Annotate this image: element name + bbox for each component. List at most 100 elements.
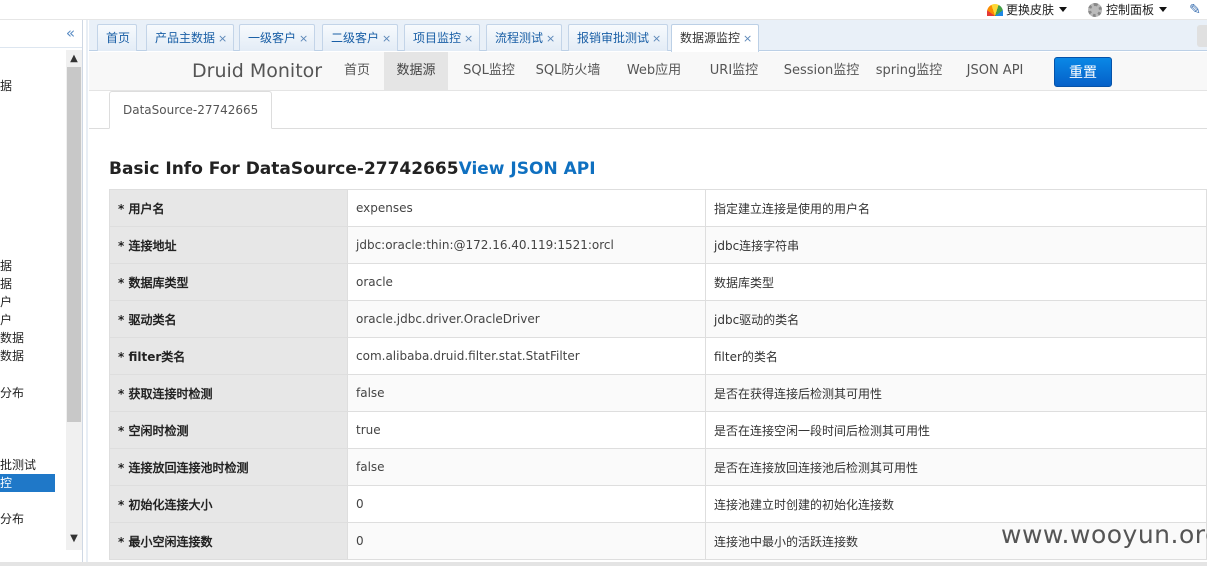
nav-link-0[interactable]: 首页: [333, 52, 381, 90]
table-row: * 空闲时检测 true 是否在连接空闲一段时间后检测其可用性: [109, 411, 1207, 449]
close-icon[interactable]: ×: [743, 32, 752, 45]
table-row: * 用户名 expenses 指定建立连接是使用的用户名: [109, 189, 1207, 227]
nav-link-5[interactable]: URI监控: [701, 52, 767, 90]
rainbow-icon: [987, 3, 1003, 16]
top-system-bar: 更换皮肤 控制面板 ✎: [0, 0, 1207, 20]
tab-6[interactable]: 报销审批测试 ×: [568, 24, 669, 51]
sidebar-item[interactable]: 据: [0, 275, 12, 293]
watermark: www.wooyun.org: [1001, 520, 1207, 549]
sidebar-item[interactable]: 控: [0, 474, 55, 492]
bottom-divider: [0, 562, 1207, 566]
row-desc: 是否在连接空闲一段时间后检测其可用性: [705, 411, 1207, 449]
nav-link-1[interactable]: 数据源: [384, 52, 448, 90]
control-panel-menu[interactable]: 控制面板: [1088, 1, 1168, 18]
basic-info-table: * 用户名 expenses 指定建立连接是使用的用户名 * 连接地址 jdbc:ora…: [109, 189, 1207, 560]
table-row: * 初始化连接大小 0 连接池建立时创建的初始化连接数: [109, 485, 1207, 523]
row-key: * 连接地址: [109, 226, 348, 264]
sidebar-item[interactable]: 批测试: [0, 456, 36, 474]
tab-1[interactable]: 产品主数据 ×: [146, 24, 235, 51]
row-value: com.alibaba.druid.filter.stat.StatFilter: [347, 337, 706, 375]
control-panel-label: 控制面板: [1106, 3, 1155, 17]
tab-scroll-right-button[interactable]: [1197, 25, 1207, 47]
nav-link-3[interactable]: SQL防火墙: [531, 52, 605, 90]
row-value: oracle.jdbc.driver.OracleDriver: [347, 300, 706, 338]
tab-label: 产品主数据: [155, 31, 216, 45]
table-row: * 驱动类名 oracle.jdbc.driver.OracleDriver jdb…: [109, 300, 1207, 338]
sidebar-item[interactable]: 户: [0, 311, 12, 329]
row-desc: 连接池建立时创建的初始化连接数: [705, 485, 1207, 523]
caret-down-icon: [1159, 7, 1168, 12]
close-icon[interactable]: ×: [652, 32, 661, 45]
row-key: * 空闲时检测: [109, 411, 348, 449]
nav-link-2[interactable]: SQL监控: [454, 52, 524, 90]
row-value: expenses: [347, 189, 706, 227]
scroll-down-arrow-icon[interactable]: ▼: [66, 530, 82, 546]
tab-label: 流程测试: [495, 31, 544, 45]
row-value: false: [347, 448, 706, 486]
tab-label: 首页: [106, 31, 131, 45]
tab-label: 二级客户: [331, 31, 380, 45]
row-value: 0: [347, 485, 706, 523]
change-skin-menu[interactable]: 更换皮肤: [987, 1, 1068, 18]
reset-button[interactable]: 重置: [1054, 57, 1112, 87]
close-icon[interactable]: ×: [546, 32, 555, 45]
sidebar-scrollbar[interactable]: ▲ ▼: [66, 50, 82, 550]
change-skin-label: 更换皮肤: [1006, 3, 1055, 17]
row-key: * filter类名: [109, 337, 348, 375]
sidebar-item[interactable]: 分布: [0, 384, 24, 402]
brand-title[interactable]: Druid Monitor: [192, 52, 322, 91]
datasource-tab[interactable]: DataSource-27742665: [109, 91, 273, 129]
nav-link-6[interactable]: Session监控: [779, 52, 864, 90]
tab-5[interactable]: 流程测试 ×: [486, 24, 563, 51]
tab-0[interactable]: 首页: [97, 24, 138, 51]
row-key: * 连接放回连接池时检测: [109, 448, 348, 486]
sidebar-item[interactable]: 数据: [0, 329, 24, 347]
close-icon[interactable]: ×: [382, 32, 391, 45]
sidebar-item[interactable]: 据: [0, 257, 12, 275]
close-icon[interactable]: ×: [299, 32, 308, 45]
row-desc: jdbc连接字符串: [705, 226, 1207, 264]
nav-link-8[interactable]: JSON API: [964, 52, 1026, 90]
section-title: Basic Info For DataSource-27742665View J…: [109, 159, 596, 179]
caret-down-icon: [1059, 7, 1068, 12]
nav-link-4[interactable]: Web应用: [621, 52, 687, 90]
row-key: * 数据库类型: [109, 263, 348, 301]
row-key: * 用户名: [109, 189, 348, 227]
nav-link-7[interactable]: spring监控: [874, 52, 944, 90]
tab-7[interactable]: 数据源监控 ×: [671, 24, 760, 52]
row-desc: 指定建立连接是使用的用户名: [705, 189, 1207, 227]
gear-icon: [1088, 2, 1102, 17]
scrollbar-thumb[interactable]: [67, 67, 81, 422]
tab-3[interactable]: 二级客户 ×: [322, 24, 399, 51]
sidebar-item[interactable]: 据: [0, 77, 12, 95]
row-value: true: [347, 411, 706, 449]
section-title-text: Basic Info For DataSource-27742665: [109, 159, 459, 179]
row-desc: 数据库类型: [705, 263, 1207, 301]
view-json-api-link[interactable]: View JSON API: [459, 159, 596, 179]
edit-button[interactable]: ✎: [1187, 1, 1203, 18]
tab-4[interactable]: 项目监控 ×: [404, 24, 481, 51]
collapse-sidebar-icon[interactable]: «: [66, 24, 75, 42]
main-content: DataSource-27742665 Basic Info For DataS…: [89, 91, 1207, 566]
tab-label: 项目监控: [413, 31, 462, 45]
left-sidebar: « 据据据户户数据 数据 分布 批测试控分布 ▲ ▼: [0, 20, 83, 566]
row-desc: 是否在获得连接后检测其可用性: [705, 374, 1207, 412]
row-value: oracle: [347, 263, 706, 301]
sidebar-item[interactable]: 数据: [0, 347, 24, 365]
table-row: * filter类名 com.alibaba.druid.filter.stat.…: [109, 337, 1207, 375]
close-icon[interactable]: ×: [218, 32, 227, 45]
sidebar-item[interactable]: 分布: [0, 510, 24, 528]
row-value: false: [347, 374, 706, 412]
sidebar-item[interactable]: 户: [0, 293, 12, 311]
close-icon[interactable]: ×: [464, 32, 473, 45]
row-desc: jdbc驱动的类名: [705, 300, 1207, 338]
row-desc: 是否在连接放回连接池后检测其可用性: [705, 448, 1207, 486]
table-row: * 连接地址 jdbc:oracle:thin:@172.16.40.119:15…: [109, 226, 1207, 264]
sidebar-splitter[interactable]: [86, 20, 88, 566]
tab-2[interactable]: 一级客户 ×: [239, 24, 316, 51]
table-row: * 连接放回连接池时检测 false 是否在连接放回连接池后检测其可用性: [109, 448, 1207, 486]
scroll-up-arrow-icon[interactable]: ▲: [66, 50, 82, 66]
row-desc: filter的类名: [705, 337, 1207, 375]
table-row: * 数据库类型 oracle 数据库类型: [109, 263, 1207, 301]
druid-navbar: Druid Monitor 首页 数据源 SQL监控 SQL防火墙 Web应用 URI监控…: [89, 52, 1207, 91]
